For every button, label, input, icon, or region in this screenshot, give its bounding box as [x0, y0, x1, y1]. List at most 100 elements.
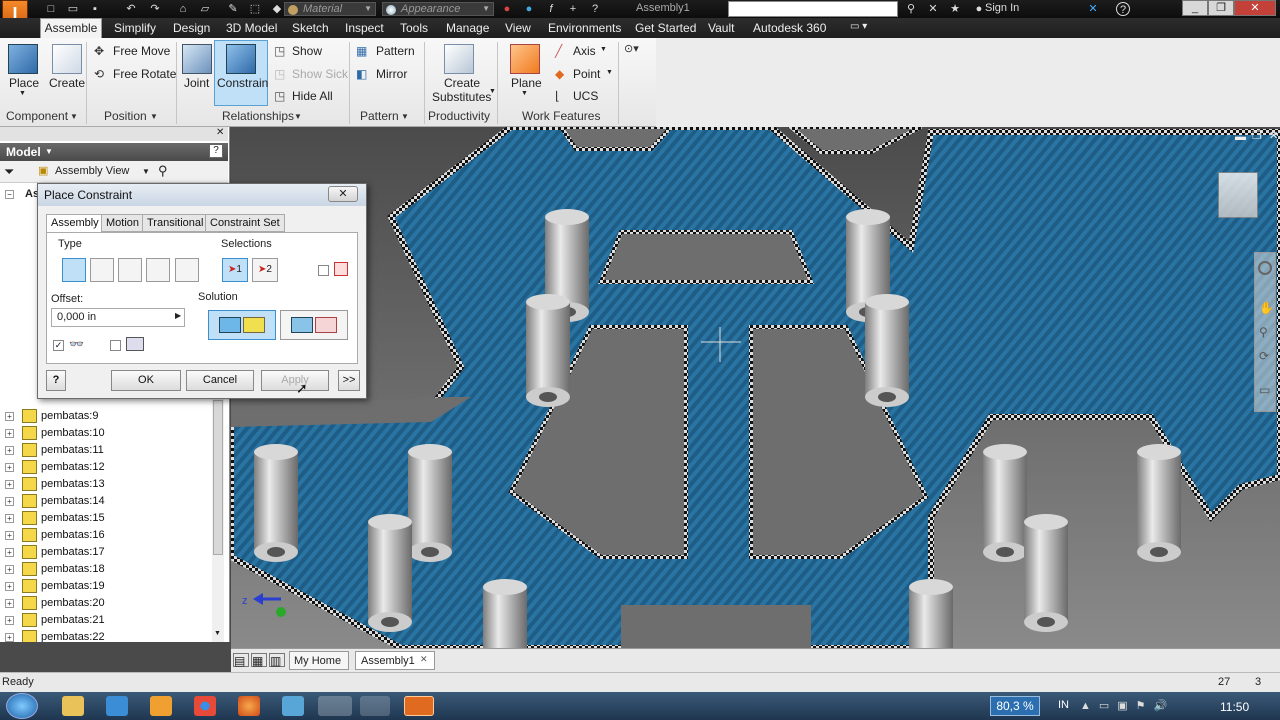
list-item[interactable]: + pembatas:17: [0, 544, 212, 561]
tree-expander-icon[interactable]: +: [5, 514, 14, 523]
cascade-icon[interactable]: ▦: [251, 653, 267, 668]
list-icon[interactable]: ▥: [269, 653, 285, 668]
search-box[interactable]: [728, 1, 898, 17]
close-icon[interactable]: ✕: [216, 127, 224, 138]
point-button[interactable]: Point: [573, 67, 600, 81]
apply-button[interactable]: Apply: [261, 370, 329, 391]
pattern-button[interactable]: Pattern: [376, 44, 415, 58]
list-item[interactable]: + pembatas:12: [0, 459, 212, 476]
selection-2-button[interactable]: ➤2: [252, 258, 278, 282]
more-button[interactable]: >>: [338, 370, 360, 391]
graphics-viewport[interactable]: z ▬ ❐ ✕ ✋ ⚲ ⟳ ▭: [231, 127, 1280, 648]
tree-expander-icon[interactable]: −: [5, 190, 14, 199]
undo-icon[interactable]: ↶: [124, 2, 138, 16]
tab-autodesk-360[interactable]: Autodesk 360: [753, 21, 826, 35]
place-icon[interactable]: [8, 44, 38, 74]
tab-manage[interactable]: Manage: [446, 21, 489, 35]
tree-expander-icon[interactable]: +: [5, 497, 14, 506]
tab-assembly[interactable]: Assembly: [46, 214, 104, 233]
group-label-relationships[interactable]: Relationships: [222, 109, 294, 123]
group-label-position[interactable]: Position: [104, 109, 147, 123]
binoculars-icon[interactable]: ⚲: [904, 2, 918, 16]
place-button[interactable]: Place: [9, 76, 39, 90]
cancel-button[interactable]: Cancel: [186, 370, 254, 391]
tab-simplify[interactable]: Simplify: [114, 21, 156, 35]
hide-all-icon[interactable]: ◳: [274, 89, 288, 103]
tree-expander-icon[interactable]: +: [5, 582, 14, 591]
show-preview-checkbox[interactable]: ✓: [53, 340, 64, 351]
joint-button[interactable]: Joint: [184, 76, 209, 90]
tangent-constraint-icon[interactable]: [118, 258, 142, 282]
color-icon[interactable]: ●: [500, 2, 514, 16]
firefox-icon[interactable]: [238, 696, 260, 716]
group-label-pattern[interactable]: Pattern: [360, 109, 399, 123]
tab-3d-model[interactable]: 3D Model: [226, 21, 277, 35]
star-icon[interactable]: ★: [948, 2, 962, 16]
save-icon[interactable]: ▪: [88, 2, 102, 16]
tab-view[interactable]: View: [505, 21, 531, 35]
return-icon[interactable]: ▱: [198, 2, 212, 16]
close-tab-icon[interactable]: ✕: [420, 654, 428, 665]
flush-solution-button[interactable]: [280, 310, 348, 340]
inventor-taskbar-icon[interactable]: [404, 696, 434, 716]
predict-offset-checkbox[interactable]: [110, 340, 121, 351]
create-substitutes-button[interactable]: Create: [444, 76, 480, 90]
offset-arrow-icon[interactable]: ▶: [175, 311, 181, 320]
place-dropdown-icon[interactable]: ▼: [19, 90, 26, 97]
point-icon[interactable]: ◆: [555, 67, 569, 81]
tab-get-started[interactable]: Get Started: [635, 21, 696, 35]
look-at-icon[interactable]: ▭: [1259, 383, 1270, 397]
mirror-icon[interactable]: ◧: [356, 67, 370, 81]
chevron-down-icon[interactable]: ▼: [214, 630, 221, 637]
chevron-down-icon[interactable]: ▼: [142, 167, 150, 176]
filter-icon[interactable]: ⏷: [4, 164, 14, 180]
hide-all-button[interactable]: Hide All: [292, 89, 333, 103]
show-icon[interactable]: ◳: [274, 44, 288, 58]
list-item[interactable]: + pembatas:9: [0, 408, 212, 425]
zoom-icon[interactable]: ⚲: [1259, 325, 1268, 339]
update-icon[interactable]: ✎: [226, 2, 240, 16]
measure-icon[interactable]: ◆: [270, 2, 284, 16]
list-item[interactable]: + pembatas:16: [0, 527, 212, 544]
language-indicator[interactable]: IN: [1058, 699, 1069, 711]
tab-constraint-set[interactable]: Constraint Set: [205, 214, 285, 232]
maximize-icon[interactable]: ❐: [1208, 0, 1234, 16]
tile-icon[interactable]: ▤: [233, 653, 249, 668]
free-move-button[interactable]: Free Move: [113, 44, 170, 58]
pan-icon[interactable]: ✋: [1259, 301, 1274, 315]
material-combo[interactable]: Material ▼: [284, 2, 376, 16]
viewport-restore-icon[interactable]: ❐: [1252, 129, 1262, 142]
joint-icon[interactable]: [182, 44, 212, 74]
show-button[interactable]: Show: [292, 44, 322, 58]
model-browser-title[interactable]: Model: [6, 145, 41, 159]
plane-button[interactable]: Plane: [511, 76, 542, 90]
tab-transitional[interactable]: Transitional: [142, 214, 209, 232]
ribbon-options-icon[interactable]: ▭ ▾: [850, 21, 867, 32]
create-substitutes-icon[interactable]: [444, 44, 474, 74]
tab-motion[interactable]: Motion: [101, 214, 145, 232]
appearance-combo[interactable]: Appearance ▼: [382, 2, 494, 16]
chevron-down-icon[interactable]: ▼: [521, 90, 528, 97]
assembly-view-select[interactable]: Assembly View: [55, 165, 129, 177]
viewport-close-icon[interactable]: ✕: [1269, 129, 1278, 142]
create-button[interactable]: Create: [49, 76, 85, 90]
window-icon[interactable]: [360, 696, 390, 716]
start-button-icon[interactable]: [6, 693, 38, 719]
mirror-button[interactable]: Mirror: [376, 67, 407, 81]
list-item[interactable]: + pembatas:14: [0, 493, 212, 510]
dialog-title-bar[interactable]: Place Constraint ✕: [38, 184, 366, 206]
user-icon[interactable]: ●: [972, 2, 986, 16]
free-move-icon[interactable]: ✥: [94, 44, 108, 58]
selection-1-button[interactable]: ➤1: [222, 258, 248, 282]
chevron-down-icon[interactable]: ▼: [294, 112, 302, 121]
clock[interactable]: 11:50: [1220, 700, 1249, 714]
exchange-icon[interactable]: ✕: [1086, 2, 1100, 16]
tree-expander-icon[interactable]: +: [5, 463, 14, 472]
help-button[interactable]: ?: [46, 370, 66, 391]
tab-tools[interactable]: Tools: [400, 21, 428, 35]
ribbon-overflow-button[interactable]: ⊙▾: [624, 42, 652, 60]
ie-icon[interactable]: [106, 696, 128, 716]
tree-expander-icon[interactable]: +: [5, 480, 14, 489]
pattern-icon[interactable]: ▦: [356, 44, 370, 58]
help-circle-icon[interactable]: ?: [1116, 2, 1130, 16]
